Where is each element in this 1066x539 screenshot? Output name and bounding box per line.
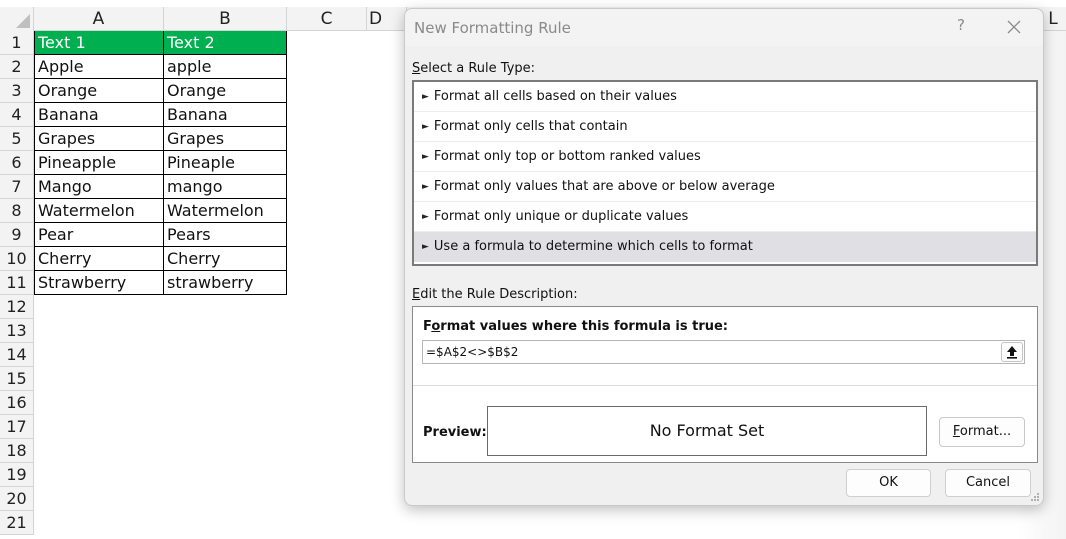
rule-type-label: Format only top or bottom ranked values [433,149,701,164]
arrow-right-icon: ► [422,122,429,132]
arrow-right-icon: ► [422,242,429,252]
cell-B5[interactable]: Grapes [164,127,287,151]
formula-input[interactable]: =$A$2<>$B$2 [422,340,1025,364]
row-header-9[interactable]: 9 [0,223,34,247]
rule-type-item[interactable]: ► Format only cells that contain [414,112,1036,142]
rule-type-item[interactable]: ► Use a formula to determine which cells … [414,232,1036,262]
row-header-14[interactable]: 14 [0,343,34,367]
cell-B1[interactable]: Text 2 [164,31,287,55]
arrow-right-icon: ► [422,152,429,162]
cell-B7[interactable]: mango [164,175,287,199]
row-header-11[interactable]: 11 [0,271,34,295]
rule-type-label: Format only cells that contain [433,119,628,134]
cell-A11[interactable]: Strawberry [34,271,164,295]
collapse-upload-icon [1007,346,1017,359]
column-header-a[interactable]: A [34,7,164,31]
rule-type-list[interactable]: ► Format all cells based on their values ►… [412,80,1038,266]
new-formatting-rule-dialog: New Formatting Rule ? Select a Rule Type… [404,8,1044,506]
help-button[interactable]: ? [951,16,971,38]
cell-B4[interactable]: Banana [164,103,287,127]
arrow-right-icon: ► [422,212,429,222]
row-header-5[interactable]: 5 [0,127,34,151]
cell-B6[interactable]: Pineaple [164,151,287,175]
row-header-4[interactable]: 4 [0,103,34,127]
cell-B11[interactable]: strawberry [164,271,287,295]
column-header-b[interactable]: B [164,7,287,31]
row-header-3[interactable]: 3 [0,79,34,103]
rule-type-label: Use a formula to determine which cells t… [433,239,753,254]
row-header-17[interactable]: 17 [0,415,34,439]
row-header-2[interactable]: 2 [0,55,34,79]
rule-type-item[interactable]: ► Format only unique or duplicate values [414,202,1036,232]
row-header-7[interactable]: 7 [0,175,34,199]
cell-A10[interactable]: Cherry [34,247,164,271]
cell-A5[interactable]: Grapes [34,127,164,151]
formula-label: Format values where this formula is true… [423,319,728,334]
cell-A4[interactable]: Banana [34,103,164,127]
cell-B2[interactable]: apple [164,55,287,79]
row-header-10[interactable]: 10 [0,247,34,271]
cell-A3[interactable]: Orange [34,79,164,103]
row-header-18[interactable]: 18 [0,439,34,463]
dialog-titlebar[interactable]: New Formatting Rule ? [405,9,1043,46]
row-header-13[interactable]: 13 [0,319,34,343]
rule-type-item[interactable]: ► Format only values that are above or be… [414,172,1036,202]
collapse-dialog-button[interactable] [1001,342,1023,362]
cell-A1[interactable]: Text 1 [34,31,164,55]
row-header-6[interactable]: 6 [0,151,34,175]
cell-B10[interactable]: Cherry [164,247,287,271]
close-icon [1007,20,1021,34]
cell-B9[interactable]: Pears [164,223,287,247]
arrow-right-icon: ► [422,182,429,192]
rule-type-label: Format all cells based on their values [433,89,677,104]
row-header-15[interactable]: 15 [0,367,34,391]
column-header-d[interactable]: D [367,7,407,31]
rule-description-panel: Format values where this formula is true… [412,306,1038,463]
cell-A7[interactable]: Mango [34,175,164,199]
row-header-1[interactable]: 1 [0,31,34,55]
rule-type-label: Format only values that are above or bel… [433,179,775,194]
rule-type-item[interactable]: ► Format all cells based on their values [414,82,1036,112]
top-strip [0,0,1066,7]
rule-type-label: Format only unique or duplicate values [433,209,689,224]
cell-A6[interactable]: Pineapple [34,151,164,175]
select-all-corner[interactable] [0,7,34,31]
ok-button[interactable]: OK [846,469,931,497]
cancel-button[interactable]: Cancel [945,469,1031,497]
description-separator [413,385,1037,386]
resize-grip-icon[interactable] [1030,492,1040,502]
preview-label: Preview: [423,425,487,440]
cell-B3[interactable]: Orange [164,79,287,103]
row-header-19[interactable]: 19 [0,463,34,487]
column-header-c[interactable]: C [287,7,367,31]
cell-A8[interactable]: Watermelon [34,199,164,223]
select-all-triangle-icon [16,14,30,28]
row-header-12[interactable]: 12 [0,295,34,319]
row-header-21[interactable]: 21 [0,511,34,535]
row-header-16[interactable]: 16 [0,391,34,415]
cell-A9[interactable]: Pear [34,223,164,247]
close-button[interactable] [1002,15,1026,39]
cell-B8[interactable]: Watermelon [164,199,287,223]
rule-type-item[interactable]: ► Format only top or bottom ranked values [414,142,1036,172]
edit-rule-description-label: Edit the Rule Description: [412,287,578,302]
dialog-title: New Formatting Rule [414,19,571,37]
row-header-8[interactable]: 8 [0,199,34,223]
format-button[interactable]: Format... [939,417,1025,447]
preview-box: No Format Set [487,406,927,456]
select-rule-type-label: Select a Rule Type: [412,61,536,76]
arrow-right-icon: ► [422,92,429,102]
cell-A2[interactable]: Apple [34,55,164,79]
row-header-20[interactable]: 20 [0,487,34,511]
